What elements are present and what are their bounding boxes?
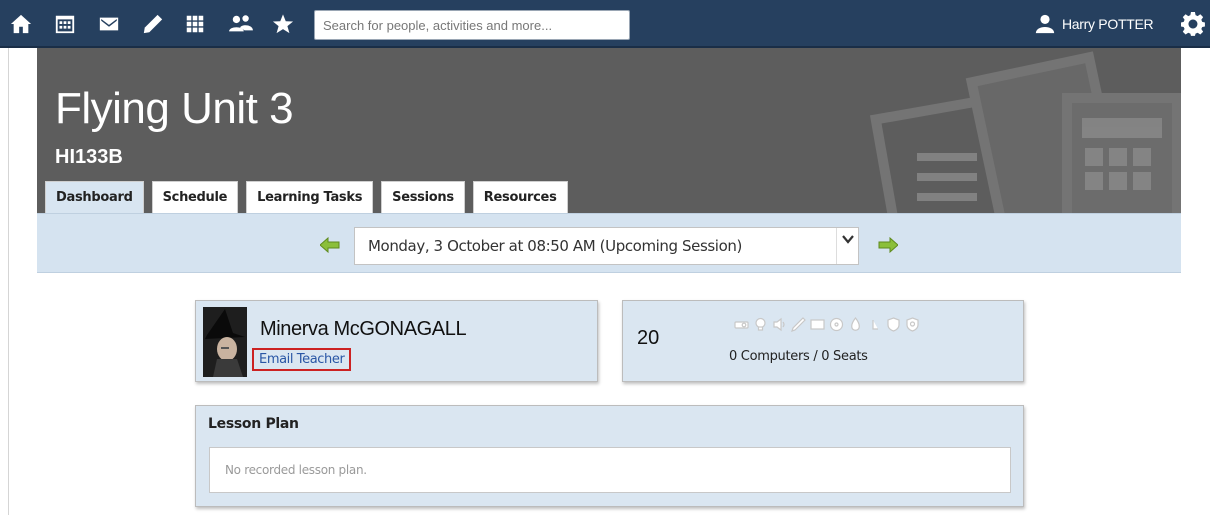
apps-grid-icon[interactable]	[183, 12, 207, 36]
badge-icon	[905, 317, 920, 332]
home-icon[interactable]	[9, 12, 33, 36]
top-nav-bar: Harry POTTER	[0, 0, 1210, 48]
session-select[interactable]: Monday, 3 October at 08:50 AM (Upcoming …	[354, 227, 859, 265]
room-card: 20 0 Computers / 0 Seats	[622, 300, 1024, 382]
lesson-plan-title: Lesson Plan	[208, 416, 299, 432]
whiteboard-icon	[810, 317, 825, 332]
tab-learning-tasks[interactable]: Learning Tasks	[246, 181, 374, 213]
gear-icon[interactable]	[1180, 11, 1206, 37]
lamp-icon	[867, 317, 882, 332]
chevron-down-icon[interactable]	[836, 228, 858, 264]
pencil-icon[interactable]	[141, 12, 165, 36]
tab-schedule[interactable]: Schedule	[151, 181, 239, 213]
drop-icon	[848, 317, 863, 332]
teacher-card: Minerva McGONAGALL Email Teacher	[195, 300, 598, 382]
room-summary: 0 Computers / 0 Seats	[729, 349, 868, 364]
facility-icons	[734, 317, 920, 332]
page-divider	[8, 48, 9, 515]
search-input[interactable]	[314, 10, 630, 40]
shield-icon	[886, 317, 901, 332]
course-title: Flying Unit 3	[55, 84, 294, 133]
calendar-icon[interactable]	[53, 12, 77, 36]
course-tabs: Dashboard Schedule Learning Tasks Sessio…	[45, 181, 568, 213]
course-code: HI133B	[55, 146, 123, 168]
tab-sessions[interactable]: Sessions	[381, 181, 465, 213]
disc-icon	[829, 317, 844, 332]
user-name[interactable]: Harry POTTER	[1062, 16, 1154, 32]
star-icon[interactable]	[271, 12, 295, 36]
previous-session-arrow-icon[interactable]	[319, 236, 340, 254]
projector-icon	[734, 317, 749, 332]
tab-resources[interactable]: Resources	[472, 181, 568, 213]
room-number: 20	[637, 327, 660, 349]
lesson-plan-card: Lesson Plan No recorded lesson plan.	[195, 405, 1024, 507]
speaker-icon	[772, 317, 787, 332]
lightbulb-icon	[753, 317, 768, 332]
teacher-avatar	[203, 307, 247, 377]
session-select-value: Monday, 3 October at 08:50 AM (Upcoming …	[368, 237, 742, 255]
next-session-arrow-icon[interactable]	[878, 236, 899, 254]
teacher-name: Minerva McGONAGALL	[260, 318, 467, 340]
course-watermark-icon	[869, 51, 1181, 213]
email-teacher-link[interactable]: Email Teacher	[252, 348, 352, 371]
session-bar: Monday, 3 October at 08:50 AM (Upcoming …	[37, 213, 1181, 273]
tab-dashboard[interactable]: Dashboard	[45, 181, 144, 213]
pen-icon	[791, 317, 806, 332]
mail-icon[interactable]	[97, 12, 121, 36]
user-icon	[1034, 13, 1056, 35]
lesson-plan-content: No recorded lesson plan.	[209, 447, 1011, 493]
people-icon[interactable]	[226, 12, 256, 36]
